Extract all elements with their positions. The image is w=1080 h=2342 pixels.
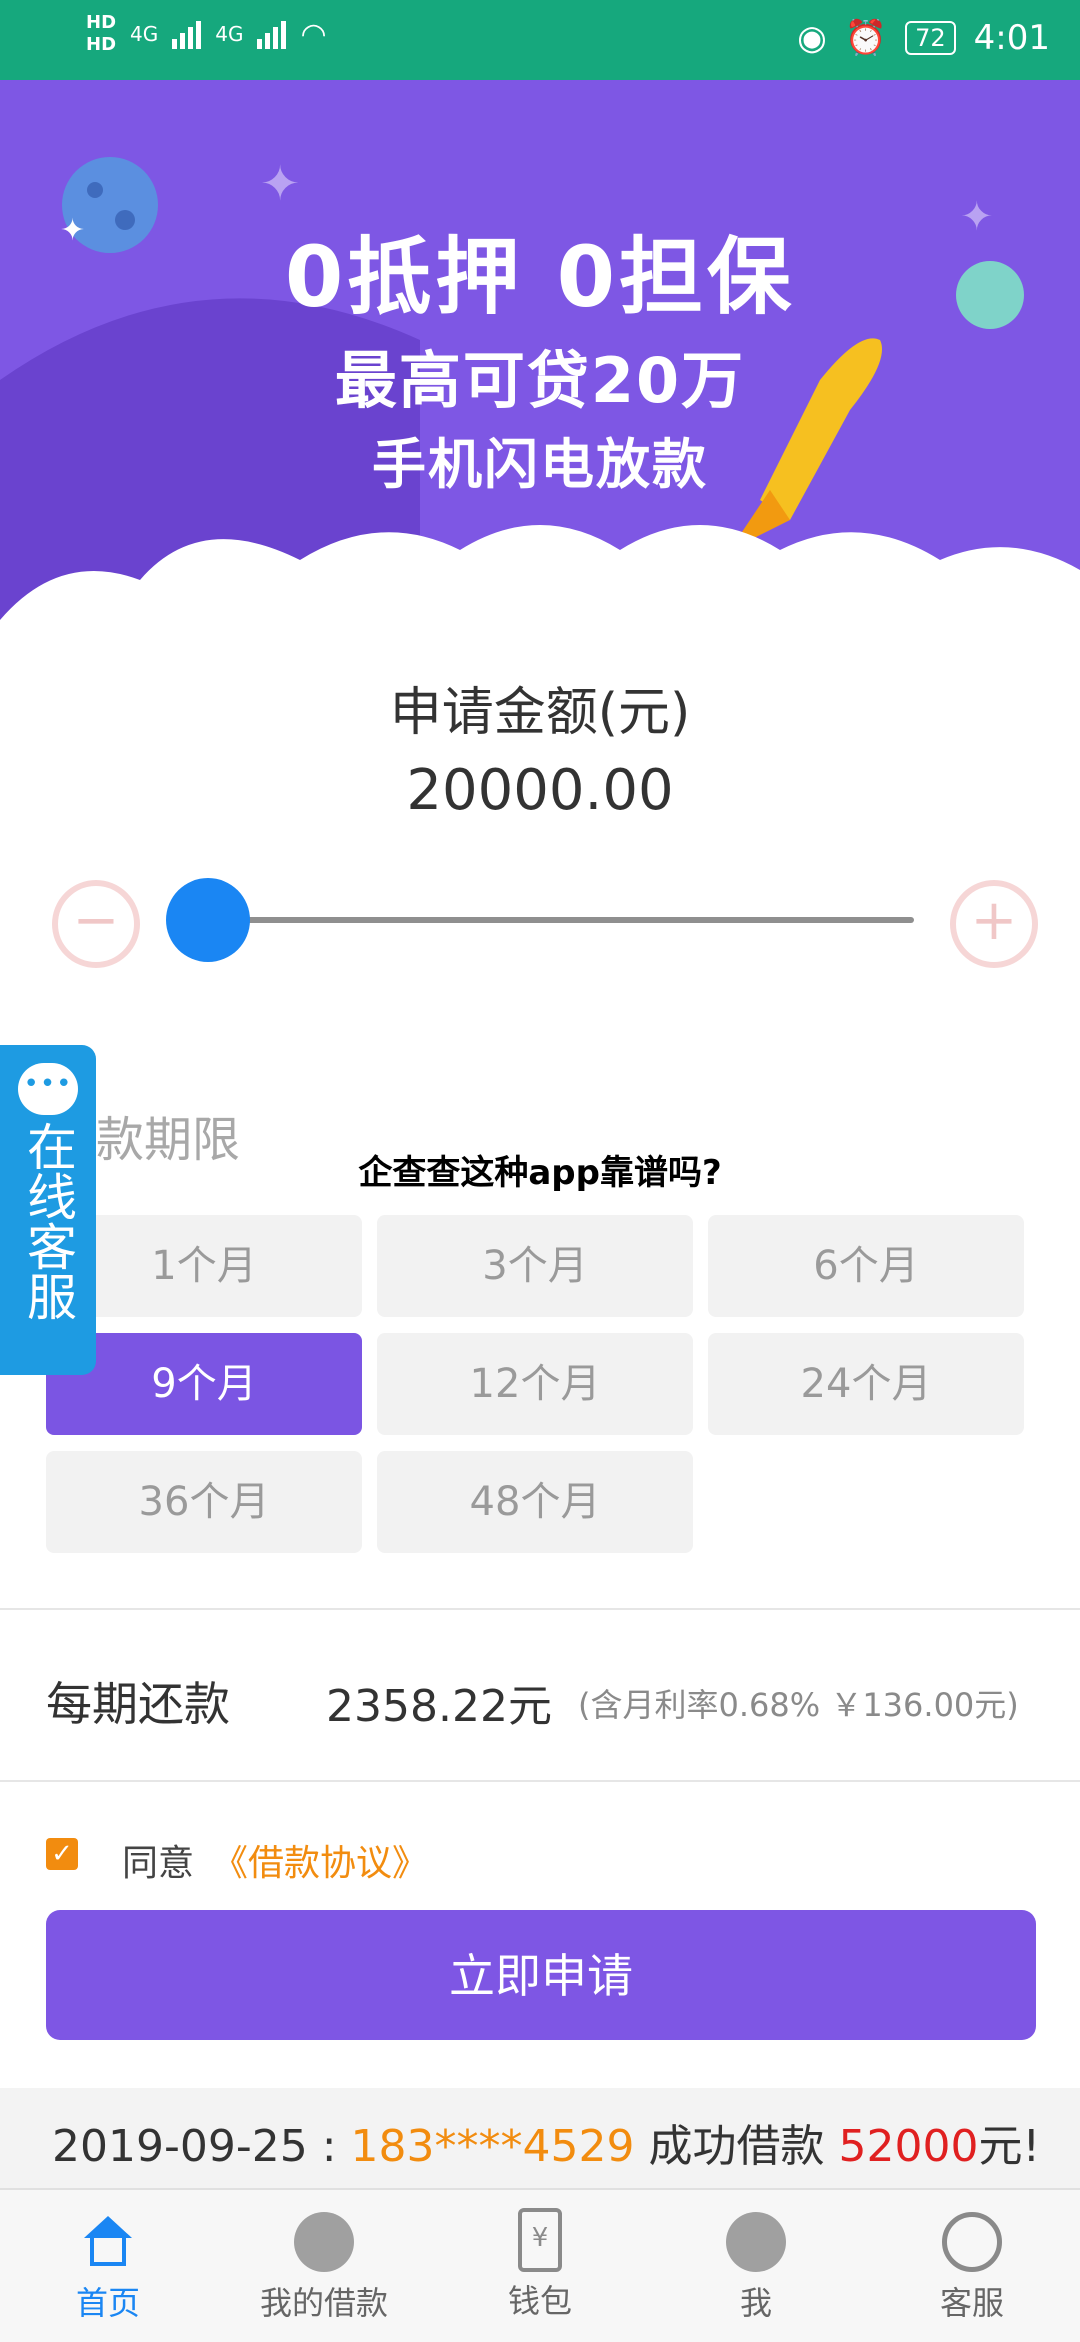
chat-bubble-icon (18, 1063, 78, 1115)
overlay-caption: 企查查这种app靠谱吗? (358, 1153, 722, 1193)
decrease-amount-button[interactable]: − (52, 880, 140, 968)
bottom-tab-bar: 首页 我的借款 ¥ 钱包 我 客服 (0, 2188, 1080, 2342)
tab-me-label: 我 (739, 2284, 772, 2322)
hd-label-2: HD (86, 34, 117, 55)
network-label-1: 4G (130, 22, 159, 46)
ticker-text: 2019-09-25 : 183****4529 成功借款 52000元! (52, 2110, 1040, 2174)
agree-checkbox[interactable]: ✓ (46, 1838, 78, 1870)
status-bar: HD HD 4G 4G ◠ ◉ ⏰ 72 4:01 (0, 0, 1080, 80)
home-icon (78, 2212, 138, 2272)
amount-value: 20000.00 (406, 758, 674, 823)
status-time: 4:01 (973, 18, 1050, 58)
status-left: HD HD 4G 4G ◠ (86, 12, 327, 56)
repayment-note: (含月利率0.68% ￥136.00元) (578, 1686, 1019, 1724)
status-right: ◉ ⏰ 72 4:01 (797, 18, 1050, 58)
signal-icon (257, 19, 287, 49)
loan-agreement-link[interactable]: 《借款协议》 (212, 1834, 428, 1886)
divider (0, 1608, 1080, 1610)
loan-ticker: 2019-09-25 : 183****4529 成功借款 52000元! (0, 2088, 1080, 2192)
promo-banner[interactable]: ✦ ✦ ✦ 0抵押 0担保 最高可贷20万 手机闪电放款 (0, 80, 1080, 620)
repayment-label: 每期还款 (46, 1677, 230, 1731)
term-option-3[interactable]: 3个月 (377, 1215, 693, 1317)
tab-wallet[interactable]: ¥ 钱包 (432, 2190, 648, 2342)
tab-wallet-label: 钱包 (507, 2282, 572, 2320)
term-option-6[interactable]: 6个月 (708, 1215, 1024, 1317)
tab-service-label: 客服 (939, 2284, 1004, 2322)
ticker-date: 2019-09-25 : (52, 2121, 351, 2172)
ticker-middle: 成功借款 (634, 2121, 839, 2172)
eye-icon: ◉ (797, 18, 827, 58)
sparkle-icon: ✦ (260, 156, 300, 212)
user-icon (294, 2212, 354, 2272)
banner-headline: 0抵押 0担保 (284, 228, 796, 326)
headset-icon (942, 2212, 1002, 2272)
divider (0, 1780, 1080, 1782)
alarm-icon: ⏰ (844, 18, 888, 58)
hd-indicator: HD HD (86, 12, 116, 56)
term-option-36[interactable]: 36个月 (46, 1451, 362, 1553)
signal-icon (172, 19, 202, 49)
tab-my-loans-label: 我的借款 (259, 2284, 388, 2322)
increase-amount-button[interactable]: + (950, 880, 1038, 968)
amount-slider-thumb[interactable] (166, 878, 250, 962)
tab-home[interactable]: 首页 (0, 2190, 216, 2342)
tab-me[interactable]: 我 (648, 2190, 864, 2342)
network-label-2: 4G (215, 22, 244, 46)
user-icon (726, 2212, 786, 2272)
amount-slider-track[interactable] (208, 917, 914, 923)
term-option-24[interactable]: 24个月 (708, 1333, 1024, 1435)
wallet-icon: ¥ (518, 2208, 562, 2272)
repayment-value: 2358.22元 (326, 1681, 552, 1732)
wifi-icon: ◠ (300, 16, 327, 52)
banner-subheadline: 最高可贷20万 (334, 344, 746, 417)
battery-indicator: 72 (905, 21, 956, 55)
planet-crater (87, 182, 103, 198)
tab-service[interactable]: 客服 (864, 2190, 1080, 2342)
tab-home-label: 首页 (75, 2284, 140, 2322)
ticker-amount: 52000 (838, 2121, 979, 2172)
hd-label-1: HD (86, 12, 117, 33)
online-service-label: 在线客服 (19, 1121, 77, 1321)
term-option-12[interactable]: 12个月 (377, 1333, 693, 1435)
term-options: 1个月 3个月 6个月 9个月 12个月 24个月 36个月 48个月 (46, 1215, 1024, 1553)
amount-title: 申请金额(元) (389, 683, 691, 743)
apply-button[interactable]: 立即申请 (46, 1910, 1036, 2040)
term-option-48[interactable]: 48个月 (377, 1451, 693, 1553)
online-service-button[interactable]: 在线客服 (0, 1045, 96, 1375)
ticker-suffix: 元! (978, 2121, 1041, 2172)
agree-label: 同意 (122, 1843, 195, 1884)
tab-my-loans[interactable]: 我的借款 (216, 2190, 432, 2342)
banner-tagline: 手机闪电放款 (372, 433, 708, 496)
ticker-phone: 183****4529 (350, 2121, 635, 2172)
